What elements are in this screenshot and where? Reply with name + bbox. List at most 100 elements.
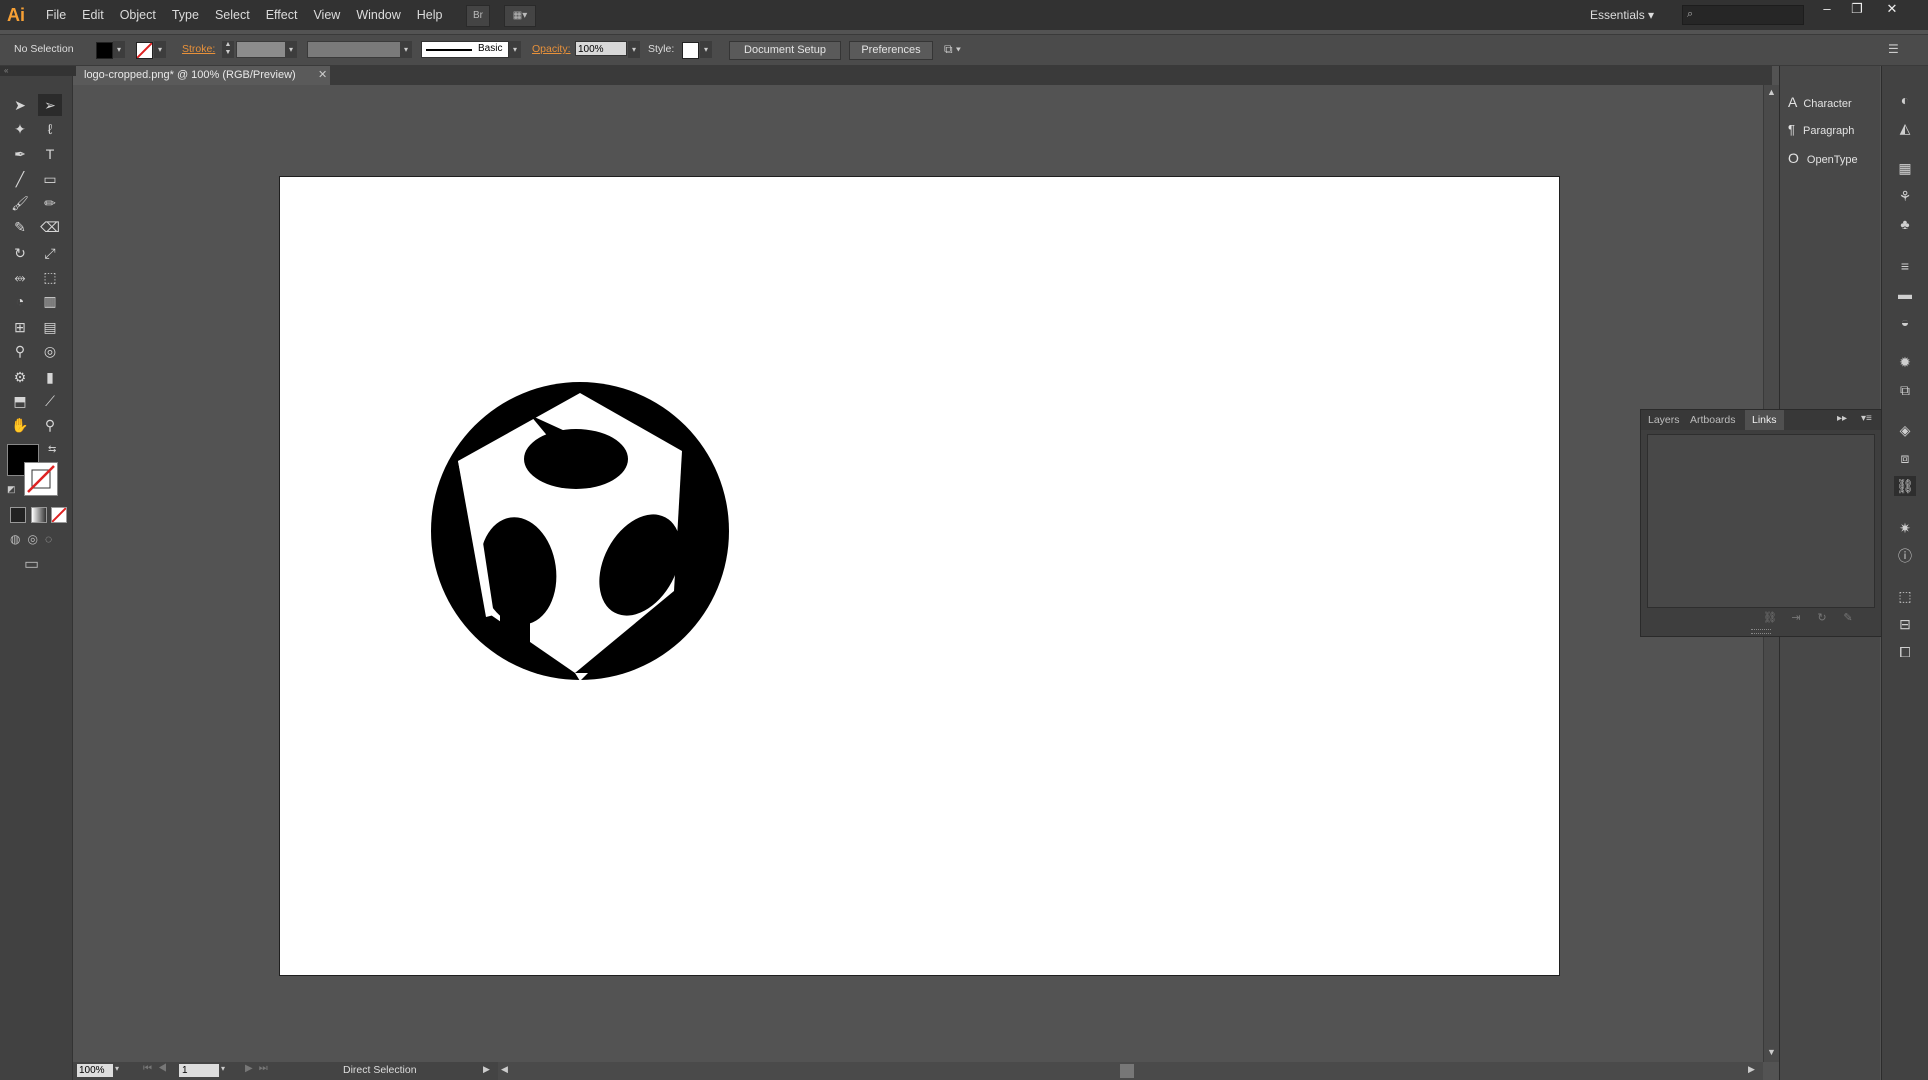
eraser-tool-icon[interactable]: ⌫ — [38, 216, 62, 238]
rotate-tool-icon[interactable]: ↻ — [8, 242, 32, 264]
align-icon[interactable]: ⊟ — [1894, 614, 1916, 634]
mesh-tool-icon[interactable]: ⊞ — [8, 316, 32, 338]
magic-wand-tool-icon[interactable]: ✦ — [8, 118, 32, 140]
variable-width-dropdown[interactable]: ▾ — [400, 41, 412, 58]
logo-artwork[interactable] — [430, 381, 730, 681]
links-menu-icon[interactable]: ▾≡ — [1861, 413, 1872, 424]
go-to-link-icon[interactable]: ⇥ — [1787, 611, 1805, 625]
artboard[interactable] — [279, 176, 1560, 976]
tab-layers[interactable]: Layers — [1641, 410, 1687, 430]
artboard-dropdown-icon[interactable]: ▾ — [221, 1064, 225, 1073]
zoom-tool-icon[interactable]: ⚲ — [38, 414, 62, 436]
bridge-button[interactable]: Br — [466, 5, 490, 27]
paintbrush-tool-icon[interactable]: 🖌 — [8, 192, 32, 214]
pen-tool-icon[interactable]: ✒ — [8, 143, 32, 165]
variable-width-field[interactable] — [307, 41, 401, 58]
lasso-tool-icon[interactable]: ℓ — [38, 118, 62, 140]
opacity-dropdown[interactable]: ▾ — [628, 41, 640, 58]
brush-dropdown[interactable]: ▾ — [509, 41, 521, 58]
free-transform-tool-icon[interactable]: ⬚ — [38, 266, 62, 288]
navigator-icon[interactable]: ✷ — [1894, 518, 1916, 538]
transform-icon[interactable]: ⬚ — [1894, 586, 1916, 606]
layers-icon[interactable]: ◈ — [1894, 420, 1916, 440]
selection-tool-icon[interactable]: ➤ — [8, 94, 32, 116]
stroke-weight-stepper[interactable]: ▲ ▼ — [222, 41, 234, 58]
panel-menu-icon[interactable]: ☰ — [1888, 41, 1899, 58]
document-setup-button[interactable]: Document Setup — [729, 41, 841, 60]
hand-tool-icon[interactable]: ✋ — [8, 414, 32, 436]
opacity-input[interactable]: 100% — [575, 41, 627, 56]
stroke-weight-dropdown[interactable]: ▾ — [285, 41, 297, 58]
swatches-icon[interactable]: ▦ — [1894, 158, 1916, 178]
symbol-sprayer-tool-icon[interactable]: ⚙ — [8, 366, 32, 388]
brushes-icon[interactable]: ⚘ — [1894, 186, 1916, 206]
brush-definition-field[interactable]: Basic — [421, 41, 509, 58]
status-menu-icon[interactable]: ▶ — [483, 1064, 490, 1075]
zoom-field[interactable]: 100% — [77, 1064, 113, 1077]
stroke-swatch[interactable] — [136, 42, 153, 59]
stroke-panel-icon[interactable]: ≡ — [1894, 256, 1916, 276]
menu-object[interactable]: Object — [112, 0, 164, 30]
close-tab-icon[interactable]: ✕ — [318, 66, 327, 85]
menu-edit[interactable]: Edit — [74, 0, 112, 30]
perspective-grid-tool-icon[interactable]: ▥ — [38, 290, 62, 312]
artboard-nav-prev-icon[interactable]: ⏮◀ — [143, 1063, 173, 1074]
color-guide-icon[interactable]: ◐ — [1894, 90, 1916, 110]
menu-file[interactable]: File — [38, 0, 74, 30]
relink-icon[interactable]: ⛓ — [1761, 611, 1779, 625]
pathfinder-icon[interactable]: ⧠ — [1894, 642, 1916, 662]
scroll-left-icon[interactable]: ◀ — [501, 1064, 508, 1075]
blend-tool-icon[interactable]: ◎ — [38, 340, 62, 362]
menu-help[interactable]: Help — [409, 0, 451, 30]
stroke-dropdown[interactable]: ▾ — [154, 41, 166, 58]
swap-colors-icon[interactable]: ⇆ — [48, 444, 56, 455]
blob-brush-tool-icon[interactable]: ✎ — [8, 216, 32, 238]
panel-resize-grip[interactable] — [1751, 629, 1771, 634]
direct-selection-tool-icon[interactable]: ➢ — [38, 94, 62, 116]
screen-mode-icon[interactable]: ▭ — [24, 554, 39, 574]
menu-select[interactable]: Select — [207, 0, 258, 30]
width-tool-icon[interactable]: ⥈ — [8, 266, 32, 288]
scroll-down-icon[interactable]: ▼ — [1767, 1047, 1776, 1057]
horizontal-scroll-thumb[interactable] — [1120, 1064, 1134, 1078]
document-tab[interactable]: logo-cropped.png* @ 100% (RGB/Preview) ✕ — [72, 66, 330, 85]
fill-swatch[interactable] — [96, 42, 113, 59]
pencil-tool-icon[interactable]: ✏ — [38, 192, 62, 214]
column-graph-tool-icon[interactable]: ▮ — [38, 366, 62, 388]
menu-view[interactable]: View — [305, 0, 348, 30]
tools-collapse-icon[interactable]: « — [0, 66, 76, 76]
zoom-dropdown-icon[interactable]: ▾ — [115, 1064, 119, 1073]
artboard-tool-icon[interactable]: ⬒ — [8, 390, 32, 412]
paragraph-panel-button[interactable]: ¶ Paragraph — [1788, 118, 1854, 142]
none-mode-icon[interactable] — [51, 507, 67, 523]
links-list[interactable] — [1647, 434, 1875, 608]
graphic-styles-icon[interactable]: ⧉ — [1894, 380, 1916, 400]
slice-tool-icon[interactable]: ⟋ — [38, 390, 62, 412]
fill-dropdown[interactable]: ▾ — [113, 41, 125, 58]
line-tool-icon[interactable]: ╱ — [8, 168, 32, 190]
transparency-icon[interactable]: ◒ — [1894, 312, 1916, 332]
stroke-color-box[interactable] — [24, 462, 58, 496]
gradient-tool-icon[interactable]: ▤ — [38, 316, 62, 338]
appearance-icon[interactable]: ✹ — [1894, 352, 1916, 372]
scroll-up-icon[interactable]: ▲ — [1767, 87, 1776, 97]
artboard-nav-next-icon[interactable]: ▶⏭ — [245, 1063, 274, 1074]
artboard-number-field[interactable]: 1 — [179, 1064, 219, 1077]
color-icon[interactable]: ◭ — [1894, 118, 1916, 138]
links-icon[interactable]: ⛓ — [1894, 476, 1916, 496]
graphic-style-swatch[interactable] — [682, 42, 699, 59]
info-icon[interactable]: ⓘ — [1894, 546, 1916, 566]
update-link-icon[interactable]: ↻ — [1813, 611, 1831, 625]
style-dropdown[interactable]: ▾ — [700, 41, 712, 58]
search-input[interactable]: ⌕ — [1682, 5, 1804, 25]
type-tool-icon[interactable]: T — [38, 143, 62, 165]
eyedropper-tool-icon[interactable]: ⚲ — [8, 340, 32, 362]
shape-builder-tool-icon[interactable]: ◔ — [8, 290, 32, 312]
menu-window[interactable]: Window — [348, 0, 408, 30]
symbols-icon[interactable]: ♣ — [1894, 214, 1916, 234]
artboards-icon[interactable]: ⧈ — [1894, 448, 1916, 468]
scroll-right-icon[interactable]: ▶ — [1748, 1064, 1755, 1075]
arrange-documents-icon[interactable]: ▦▾ — [504, 5, 536, 27]
gradient-mode-icon[interactable] — [31, 507, 47, 523]
default-colors-icon[interactable]: ◩ — [7, 484, 16, 495]
